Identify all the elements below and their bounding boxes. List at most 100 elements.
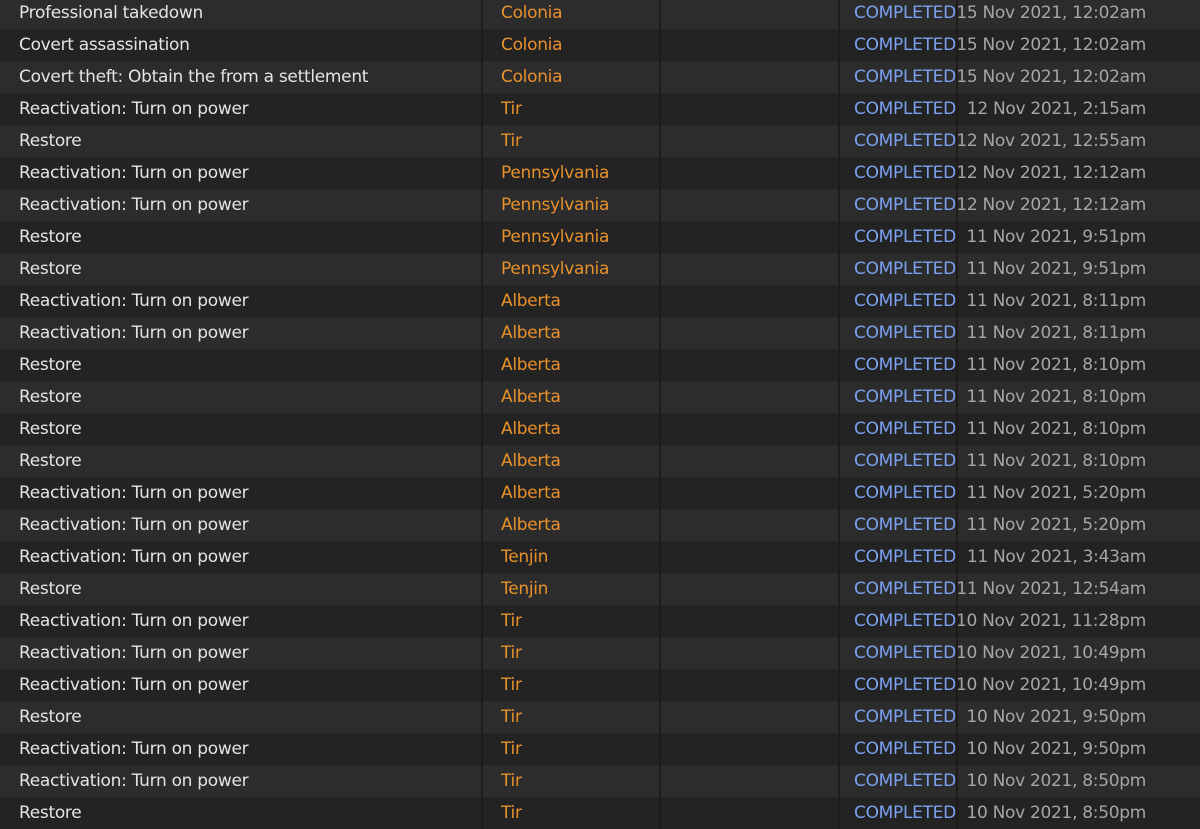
table-row[interactable]: Restore Pennsylvania COMPLETED 11 Nov 20…	[0, 221, 1200, 253]
empty-cell	[661, 285, 840, 317]
empty-cell	[661, 349, 840, 381]
table-row[interactable]: Reactivation: Turn on power Tir COMPLETE…	[0, 733, 1200, 765]
task-name: Restore	[0, 349, 483, 381]
empty-cell	[661, 637, 840, 669]
task-location: Alberta	[483, 349, 661, 381]
status-badge: COMPLETED	[840, 189, 958, 221]
empty-cell	[661, 413, 840, 445]
task-name: Reactivation: Turn on power	[0, 605, 483, 637]
completion-date: 11 Nov 2021, 8:10pm	[966, 451, 1146, 471]
empty-cell	[661, 125, 840, 157]
status-badge: COMPLETED	[840, 157, 958, 189]
task-name: Restore	[0, 797, 483, 829]
completion-date: 10 Nov 2021, 10:49pm	[958, 643, 1146, 663]
task-location: Tir	[483, 701, 661, 733]
table-row[interactable]: Reactivation: Turn on power Alberta COMP…	[0, 285, 1200, 317]
completion-date: 11 Nov 2021, 12:54am	[958, 579, 1146, 599]
completion-date: 10 Nov 2021, 9:50pm	[966, 707, 1146, 727]
empty-cell	[661, 701, 840, 733]
status-badge: COMPLETED	[840, 509, 958, 541]
table-row[interactable]: Restore Tir COMPLETED 10 Nov 2021, 9:50p…	[0, 701, 1200, 733]
task-name: Restore	[0, 221, 483, 253]
table-row[interactable]: Restore Alberta COMPLETED 11 Nov 2021, 8…	[0, 413, 1200, 445]
completion-date: 12 Nov 2021, 12:55am	[958, 131, 1146, 151]
table-row[interactable]: Restore Tir COMPLETED 12 Nov 2021, 12:55…	[0, 125, 1200, 157]
task-name: Covert theft: Obtain the from a settleme…	[0, 61, 483, 93]
task-location: Tir	[483, 669, 661, 701]
table-row[interactable]: Reactivation: Turn on power Tir COMPLETE…	[0, 669, 1200, 701]
empty-cell	[661, 669, 840, 701]
mission-history-table: Professional takedown Colonia COMPLETED …	[0, 0, 1200, 829]
table-row[interactable]: Reactivation: Turn on power Tir COMPLETE…	[0, 765, 1200, 797]
task-location: Tir	[483, 93, 661, 125]
completion-date: 10 Nov 2021, 8:50pm	[966, 771, 1146, 791]
completion-date: 15 Nov 2021, 12:02am	[958, 3, 1146, 23]
completion-date: 11 Nov 2021, 8:11pm	[966, 291, 1146, 311]
status-badge: COMPLETED	[840, 605, 958, 637]
task-name: Reactivation: Turn on power	[0, 477, 483, 509]
task-location: Alberta	[483, 413, 661, 445]
table-row[interactable]: Reactivation: Turn on power Pennsylvania…	[0, 189, 1200, 221]
empty-cell	[661, 93, 840, 125]
status-badge: COMPLETED	[840, 0, 958, 29]
status-badge: COMPLETED	[840, 445, 958, 477]
table-row[interactable]: Reactivation: Turn on power Tir COMPLETE…	[0, 605, 1200, 637]
task-name: Restore	[0, 413, 483, 445]
table-row[interactable]: Reactivation: Turn on power Alberta COMP…	[0, 317, 1200, 349]
table-row[interactable]: Reactivation: Turn on power Tir COMPLETE…	[0, 637, 1200, 669]
empty-cell	[661, 797, 840, 829]
completion-date: 10 Nov 2021, 11:28pm	[958, 611, 1146, 631]
status-badge: COMPLETED	[840, 797, 958, 829]
status-badge: COMPLETED	[840, 669, 958, 701]
status-badge: COMPLETED	[840, 413, 958, 445]
empty-cell	[661, 733, 840, 765]
empty-cell	[661, 477, 840, 509]
table-row[interactable]: Restore Alberta COMPLETED 11 Nov 2021, 8…	[0, 445, 1200, 477]
completion-date: 11 Nov 2021, 3:43am	[966, 547, 1146, 567]
table-row[interactable]: Reactivation: Turn on power Pennsylvania…	[0, 157, 1200, 189]
task-location: Pennsylvania	[483, 189, 661, 221]
task-name: Restore	[0, 125, 483, 157]
empty-cell	[661, 189, 840, 221]
table-row[interactable]: Reactivation: Turn on power Tenjin COMPL…	[0, 541, 1200, 573]
empty-cell	[661, 253, 840, 285]
task-location: Pennsylvania	[483, 253, 661, 285]
task-location: Alberta	[483, 509, 661, 541]
task-name: Reactivation: Turn on power	[0, 93, 483, 125]
table-row[interactable]: Restore Tir COMPLETED 10 Nov 2021, 8:50p…	[0, 797, 1200, 829]
status-badge: COMPLETED	[840, 317, 958, 349]
table-row[interactable]: Reactivation: Turn on power Alberta COMP…	[0, 509, 1200, 541]
task-name: Reactivation: Turn on power	[0, 733, 483, 765]
empty-cell	[661, 157, 840, 189]
completion-date: 11 Nov 2021, 9:51pm	[966, 259, 1146, 279]
empty-cell	[661, 445, 840, 477]
task-name: Reactivation: Turn on power	[0, 317, 483, 349]
task-name: Reactivation: Turn on power	[0, 189, 483, 221]
empty-cell	[661, 605, 840, 637]
table-row[interactable]: Covert theft: Obtain the from a settleme…	[0, 61, 1200, 93]
task-name: Restore	[0, 253, 483, 285]
completion-date: 12 Nov 2021, 12:12am	[958, 163, 1146, 183]
table-row[interactable]: Reactivation: Turn on power Tir COMPLETE…	[0, 93, 1200, 125]
table-row[interactable]: Covert assassination Colonia COMPLETED 1…	[0, 29, 1200, 61]
table-row[interactable]: Professional takedown Colonia COMPLETED …	[0, 0, 1200, 29]
status-badge: COMPLETED	[840, 381, 958, 413]
status-badge: COMPLETED	[840, 637, 958, 669]
status-badge: COMPLETED	[840, 221, 958, 253]
task-name: Covert assassination	[0, 29, 483, 61]
status-badge: COMPLETED	[840, 477, 958, 509]
table-row[interactable]: Restore Pennsylvania COMPLETED 11 Nov 20…	[0, 253, 1200, 285]
task-name: Restore	[0, 381, 483, 413]
table-row[interactable]: Restore Alberta COMPLETED 11 Nov 2021, 8…	[0, 381, 1200, 413]
status-badge: COMPLETED	[840, 349, 958, 381]
table-row[interactable]: Reactivation: Turn on power Alberta COMP…	[0, 477, 1200, 509]
empty-cell	[661, 765, 840, 797]
empty-cell	[661, 221, 840, 253]
completion-date: 12 Nov 2021, 12:12am	[958, 195, 1146, 215]
status-badge: COMPLETED	[840, 253, 958, 285]
task-location: Tir	[483, 765, 661, 797]
status-badge: COMPLETED	[840, 573, 958, 605]
table-row[interactable]: Restore Alberta COMPLETED 11 Nov 2021, 8…	[0, 349, 1200, 381]
status-badge: COMPLETED	[840, 765, 958, 797]
table-row[interactable]: Restore Tenjin COMPLETED 11 Nov 2021, 12…	[0, 573, 1200, 605]
